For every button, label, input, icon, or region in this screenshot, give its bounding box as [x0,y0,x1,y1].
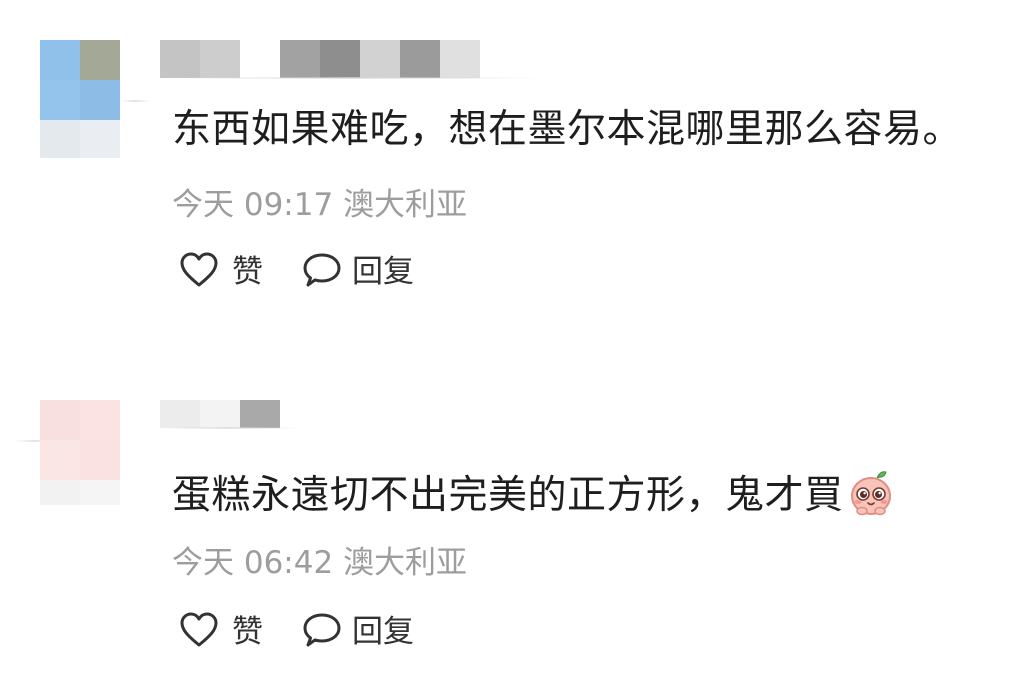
comment-meta: 今天 09:17 澳大利亚 [172,187,467,223]
avatar[interactable] [40,40,120,158]
like-label[interactable]: 赞 [232,254,263,290]
comment-meta: 今天 06:42 澳大利亚 [172,545,467,581]
comment-actions: 赞 回复 [180,252,480,292]
heart-outline-icon[interactable] [180,252,218,288]
comment-location: 澳大利亚 [343,187,468,223]
comment-time: 今天 06:42 [172,545,334,581]
reply-label[interactable]: 回复 [352,254,414,290]
comment-body: 蛋糕永遠切不出完美的正方形，鬼才買 [172,473,844,518]
like-label[interactable]: 赞 [232,614,263,650]
speech-bubble-outline-icon[interactable] [302,252,342,290]
avatar[interactable] [40,400,120,505]
smiling-peach-emoji [850,471,891,516]
reply-label[interactable]: 回复 [352,614,414,650]
comment-text: 蛋糕永遠切不出完美的正方形，鬼才買 [172,468,894,518]
heart-outline-icon[interactable] [180,612,218,648]
comment-location: 澳大利亚 [343,545,468,581]
comment-body: 东西如果难吃，想在墨尔本混哪里那么容易。 [172,107,963,152]
speech-bubble-outline-icon[interactable] [302,612,342,650]
comment-time: 今天 09:17 [172,187,334,223]
username-mosaic[interactable] [160,40,480,78]
comment-actions: 赞 回复 [180,612,480,652]
username-mosaic[interactable] [160,400,280,428]
comment-text: 东西如果难吃，想在墨尔本混哪里那么容易。 [172,108,962,152]
